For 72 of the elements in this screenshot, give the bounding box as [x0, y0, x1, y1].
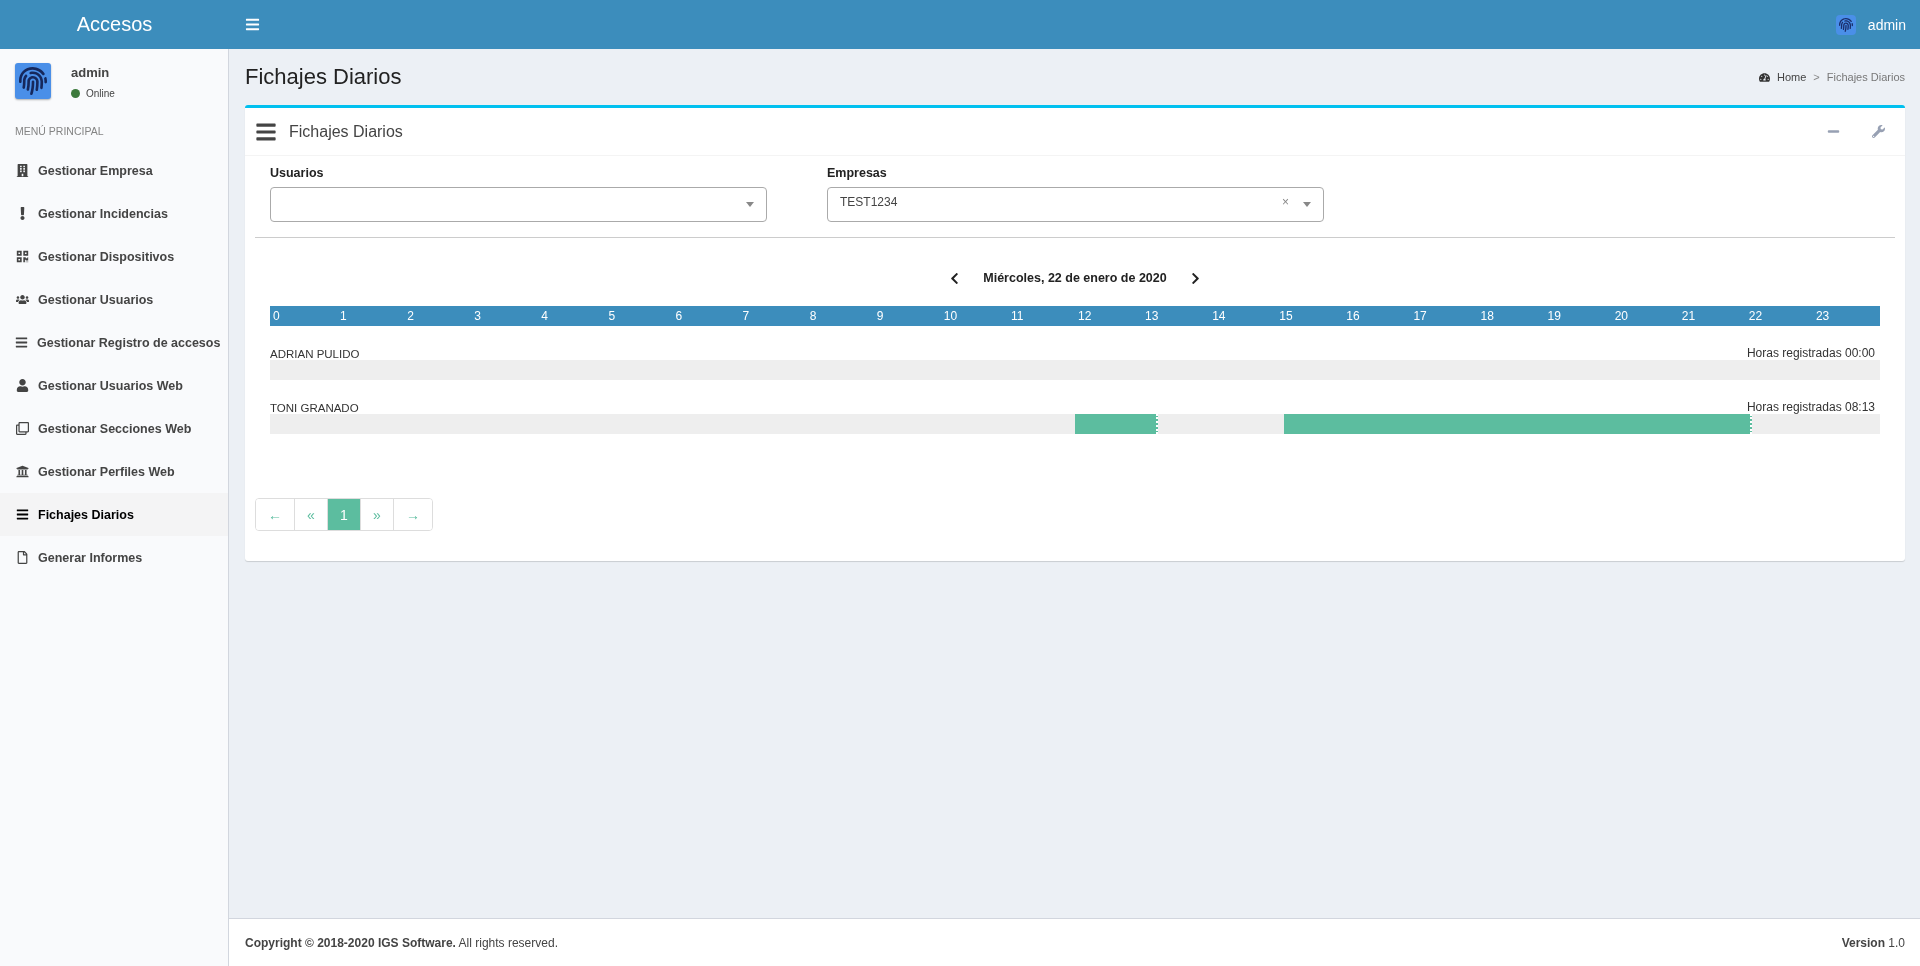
- sidebar-item[interactable]: Generar Informes: [0, 536, 228, 579]
- copyright-text: Copyright © 2018-2020 IGS Software. All rights reserved.: [245, 935, 558, 950]
- hour-label: 4: [540, 309, 549, 323]
- user-icon: [15, 379, 29, 392]
- hour-label: 18: [1479, 309, 1495, 323]
- breadcrumb-separator: >: [1813, 71, 1820, 83]
- select-field[interactable]: [270, 187, 767, 222]
- hour-label: 11: [1009, 309, 1025, 323]
- sidebar-item[interactable]: Gestionar Registro de accesos: [0, 321, 228, 364]
- hour-label: 23: [1814, 309, 1831, 323]
- date-label: Miércoles, 22 de enero de 2020: [983, 271, 1167, 285]
- hours-total: Horas registradas 00:00: [1746, 346, 1876, 360]
- sidebar-item[interactable]: Gestionar Perfiles Web: [0, 450, 228, 493]
- field-label: Usuarios: [270, 166, 325, 180]
- sidebar-item[interactable]: Gestionar Empresa: [0, 149, 228, 192]
- caret-icon: [746, 202, 754, 207]
- breadcrumb-link[interactable]: Fichajes Diarios: [1826, 71, 1905, 83]
- version-text: Version 1.0: [1841, 935, 1905, 950]
- hour-label: 20: [1613, 309, 1629, 323]
- sidebar-item[interactable]: Gestionar Dispositivos: [0, 235, 228, 278]
- field-label: Empresas: [827, 166, 888, 180]
- breadcrumb-link[interactable]: Home: [1776, 71, 1807, 83]
- caret-icon: [1303, 202, 1311, 207]
- building-icon: [15, 164, 29, 177]
- users-icon: [15, 293, 29, 306]
- hour-label: 15: [1278, 309, 1294, 323]
- hour-label: 7: [741, 309, 751, 323]
- bank-icon: [15, 465, 29, 478]
- employee-name: ADRIAN PULIDO: [270, 348, 360, 360]
- hour-label: 3: [473, 309, 482, 323]
- hour-label: 6: [674, 309, 684, 323]
- hour-label: 8: [808, 309, 818, 323]
- sidebar-item[interactable]: Fichajes Diarios: [0, 493, 228, 536]
- hour-label: 13: [1144, 309, 1160, 323]
- hour-label: 14: [1211, 309, 1227, 323]
- hour-label: 12: [1077, 309, 1093, 323]
- hour-label: 21: [1680, 309, 1697, 323]
- file-icon: [15, 551, 29, 564]
- hour-label: 19: [1546, 309, 1562, 323]
- page-title: Fichajes Diarios: [245, 64, 402, 90]
- clear-button[interactable]: ×: [1282, 194, 1289, 209]
- app-brand[interactable]: Accesos: [0, 13, 229, 36]
- menu-section-title: MENÚ PRINCIPAL: [14, 124, 105, 139]
- sidebar-item[interactable]: Gestionar Incidencias: [0, 192, 228, 235]
- user-status: Online: [86, 88, 115, 99]
- sidebar-item[interactable]: Gestionar Usuarios: [0, 278, 228, 321]
- hour-label: 16: [1345, 309, 1361, 323]
- copy-icon: [15, 422, 29, 435]
- dashboard-icon: [1758, 71, 1770, 83]
- panel-title: Fichajes Diarios: [289, 122, 403, 141]
- user-name[interactable]: admin: [1867, 16, 1906, 33]
- select-field[interactable]: TEST1234 ×: [827, 187, 1324, 222]
- hour-label: 5: [607, 309, 617, 323]
- sidebar-item[interactable]: Gestionar Usuarios Web: [0, 364, 228, 407]
- hour-label: 17: [1412, 309, 1428, 323]
- hour-label: 22: [1747, 309, 1764, 323]
- hours-total: Horas registradas 08:13: [1746, 400, 1876, 414]
- fingerprint-avatar-icon: [15, 63, 51, 99]
- qr-code-icon: [15, 250, 29, 263]
- sidebar-item[interactable]: Gestionar Secciones Web: [0, 407, 228, 450]
- hour-label: 10: [942, 309, 959, 323]
- hour-label: 2: [406, 309, 415, 323]
- wrench-icon: [1872, 125, 1885, 138]
- fingerprint-avatar-icon[interactable]: [1835, 14, 1856, 35]
- hour-label: 0: [272, 309, 281, 323]
- hour-label: 9: [875, 309, 885, 323]
- hour-label: 1: [339, 309, 348, 323]
- user-name: admin: [71, 65, 111, 80]
- list-icon: [15, 508, 29, 521]
- menu-icon: [245, 17, 260, 32]
- employee-name: TONI GRANADO: [270, 402, 359, 414]
- list-icon: [15, 336, 28, 349]
